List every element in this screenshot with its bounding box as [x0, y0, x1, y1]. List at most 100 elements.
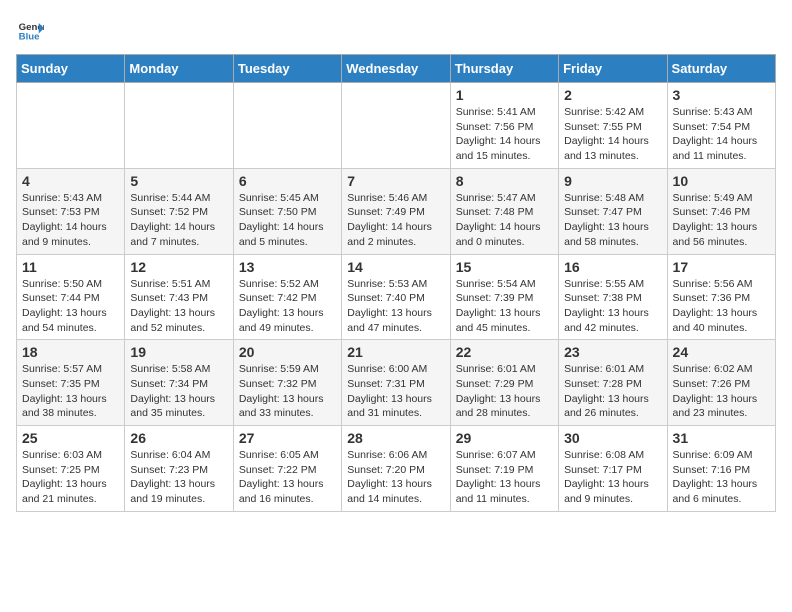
day-number: 29 [456, 430, 553, 446]
calendar-cell: 5Sunrise: 5:44 AMSunset: 7:52 PMDaylight… [125, 168, 233, 254]
day-number: 27 [239, 430, 336, 446]
day-number: 12 [130, 259, 227, 275]
day-header-friday: Friday [559, 55, 667, 83]
day-number: 30 [564, 430, 661, 446]
day-info: Sunrise: 6:01 AMSunset: 7:28 PMDaylight:… [564, 362, 661, 421]
day-number: 16 [564, 259, 661, 275]
calendar-cell [125, 83, 233, 169]
calendar-cell: 24 Sunrise: 6:02 AMSunset: 7:26 PMDayligh… [667, 340, 775, 426]
calendar-cell: 9 Sunrise: 5:48 AMSunset: 7:47 PMDaylight… [559, 168, 667, 254]
calendar-cell: 13 Sunrise: 5:52 AMSunset: 7:42 PMDayligh… [233, 254, 341, 340]
calendar-cell: 7 Sunrise: 5:46 AMSunset: 7:49 PMDaylight… [342, 168, 450, 254]
page-header: General Blue [16, 16, 776, 44]
calendar-cell: 18 Sunrise: 5:57 AMSunset: 7:35 PMDayligh… [17, 340, 125, 426]
calendar-cell: 25 Sunrise: 6:03 AMSunset: 7:25 PMDayligh… [17, 426, 125, 512]
day-header-thursday: Thursday [450, 55, 558, 83]
day-header-monday: Monday [125, 55, 233, 83]
day-info: Sunrise: 5:52 AMSunset: 7:42 PMDaylight:… [239, 277, 336, 336]
calendar-cell: 30 Sunrise: 6:08 AMSunset: 7:17 PMDayligh… [559, 426, 667, 512]
day-number: 13 [239, 259, 336, 275]
day-info: Sunrise: 5:45 AMSunset: 7:50 PMDaylight:… [239, 191, 336, 250]
day-info: Sunrise: 6:08 AMSunset: 7:17 PMDaylight:… [564, 448, 661, 507]
calendar-cell: 27 Sunrise: 6:05 AMSunset: 7:22 PMDayligh… [233, 426, 341, 512]
calendar-header-row: SundayMondayTuesdayWednesdayThursdayFrid… [17, 55, 776, 83]
day-number: 22 [456, 344, 553, 360]
calendar-cell: 26 Sunrise: 6:04 AMSunset: 7:23 PMDayligh… [125, 426, 233, 512]
day-number: 31 [673, 430, 770, 446]
day-info: Sunrise: 5:55 AMSunset: 7:38 PMDaylight:… [564, 277, 661, 336]
day-number: 10 [673, 173, 770, 189]
calendar-cell [17, 83, 125, 169]
day-info: Sunrise: 6:05 AMSunset: 7:22 PMDaylight:… [239, 448, 336, 507]
day-info: Sunrise: 5:43 AMSunset: 7:53 PMDaylight:… [22, 191, 119, 250]
day-number: 24 [673, 344, 770, 360]
calendar-cell [342, 83, 450, 169]
day-number: 14 [347, 259, 444, 275]
calendar-cell: 23 Sunrise: 6:01 AMSunset: 7:28 PMDayligh… [559, 340, 667, 426]
calendar-body: 1Sunrise: 5:41 AMSunset: 7:56 PMDaylight… [17, 83, 776, 512]
calendar-cell: 6 Sunrise: 5:45 AMSunset: 7:50 PMDaylight… [233, 168, 341, 254]
calendar-cell: 4 Sunrise: 5:43 AMSunset: 7:53 PMDaylight… [17, 168, 125, 254]
calendar-cell: 3Sunrise: 5:43 AMSunset: 7:54 PMDaylight… [667, 83, 775, 169]
day-info: Sunrise: 6:02 AMSunset: 7:26 PMDaylight:… [673, 362, 770, 421]
calendar-week-4: 18 Sunrise: 5:57 AMSunset: 7:35 PMDayligh… [17, 340, 776, 426]
calendar-cell: 17 Sunrise: 5:56 AMSunset: 7:36 PMDayligh… [667, 254, 775, 340]
day-number: 28 [347, 430, 444, 446]
day-info: Sunrise: 6:09 AMSunset: 7:16 PMDaylight:… [673, 448, 770, 507]
day-info: Sunrise: 6:07 AMSunset: 7:19 PMDaylight:… [456, 448, 553, 507]
calendar-cell: 20 Sunrise: 5:59 AMSunset: 7:32 PMDayligh… [233, 340, 341, 426]
day-number: 7 [347, 173, 444, 189]
day-number: 17 [673, 259, 770, 275]
calendar-week-5: 25 Sunrise: 6:03 AMSunset: 7:25 PMDayligh… [17, 426, 776, 512]
calendar-table: SundayMondayTuesdayWednesdayThursdayFrid… [16, 54, 776, 512]
day-number: 1 [456, 87, 553, 103]
calendar-cell [233, 83, 341, 169]
day-info: Sunrise: 5:48 AMSunset: 7:47 PMDaylight:… [564, 191, 661, 250]
calendar-week-1: 1Sunrise: 5:41 AMSunset: 7:56 PMDaylight… [17, 83, 776, 169]
day-number: 8 [456, 173, 553, 189]
calendar-cell: 8 Sunrise: 5:47 AMSunset: 7:48 PMDaylight… [450, 168, 558, 254]
day-number: 6 [239, 173, 336, 189]
day-info: Sunrise: 5:46 AMSunset: 7:49 PMDaylight:… [347, 191, 444, 250]
calendar-cell: 28 Sunrise: 6:06 AMSunset: 7:20 PMDayligh… [342, 426, 450, 512]
day-number: 20 [239, 344, 336, 360]
day-info: Sunrise: 5:51 AMSunset: 7:43 PMDaylight:… [130, 277, 227, 336]
calendar-cell: 31 Sunrise: 6:09 AMSunset: 7:16 PMDayligh… [667, 426, 775, 512]
calendar-cell: 29 Sunrise: 6:07 AMSunset: 7:19 PMDayligh… [450, 426, 558, 512]
calendar-cell: 16 Sunrise: 5:55 AMSunset: 7:38 PMDayligh… [559, 254, 667, 340]
day-info: Sunrise: 5:42 AMSunset: 7:55 PMDaylight:… [564, 105, 661, 164]
day-number: 15 [456, 259, 553, 275]
day-info: Sunrise: 5:47 AMSunset: 7:48 PMDaylight:… [456, 191, 553, 250]
logo: General Blue [16, 16, 48, 44]
day-number: 9 [564, 173, 661, 189]
day-info: Sunrise: 5:49 AMSunset: 7:46 PMDaylight:… [673, 191, 770, 250]
calendar-cell: 2 Sunrise: 5:42 AMSunset: 7:55 PMDaylight… [559, 83, 667, 169]
calendar-cell: 11Sunrise: 5:50 AMSunset: 7:44 PMDayligh… [17, 254, 125, 340]
day-info: Sunrise: 6:06 AMSunset: 7:20 PMDaylight:… [347, 448, 444, 507]
day-number: 25 [22, 430, 119, 446]
day-info: Sunrise: 6:04 AMSunset: 7:23 PMDaylight:… [130, 448, 227, 507]
calendar-cell: 21Sunrise: 6:00 AMSunset: 7:31 PMDayligh… [342, 340, 450, 426]
day-info: Sunrise: 5:43 AMSunset: 7:54 PMDaylight:… [673, 105, 770, 164]
calendar-cell: 14 Sunrise: 5:53 AMSunset: 7:40 PMDayligh… [342, 254, 450, 340]
day-info: Sunrise: 5:59 AMSunset: 7:32 PMDaylight:… [239, 362, 336, 421]
day-info: Sunrise: 5:58 AMSunset: 7:34 PMDaylight:… [130, 362, 227, 421]
day-number: 2 [564, 87, 661, 103]
day-info: Sunrise: 6:03 AMSunset: 7:25 PMDaylight:… [22, 448, 119, 507]
day-info: Sunrise: 5:53 AMSunset: 7:40 PMDaylight:… [347, 277, 444, 336]
day-number: 26 [130, 430, 227, 446]
day-number: 4 [22, 173, 119, 189]
day-info: Sunrise: 6:01 AMSunset: 7:29 PMDaylight:… [456, 362, 553, 421]
day-number: 23 [564, 344, 661, 360]
day-info: Sunrise: 5:57 AMSunset: 7:35 PMDaylight:… [22, 362, 119, 421]
day-info: Sunrise: 5:50 AMSunset: 7:44 PMDaylight:… [22, 277, 119, 336]
day-info: Sunrise: 5:44 AMSunset: 7:52 PMDaylight:… [130, 191, 227, 250]
day-info: Sunrise: 5:56 AMSunset: 7:36 PMDaylight:… [673, 277, 770, 336]
day-header-wednesday: Wednesday [342, 55, 450, 83]
logo-icon: General Blue [16, 16, 44, 44]
calendar-cell: 1Sunrise: 5:41 AMSunset: 7:56 PMDaylight… [450, 83, 558, 169]
day-number: 18 [22, 344, 119, 360]
day-header-sunday: Sunday [17, 55, 125, 83]
day-info: Sunrise: 5:54 AMSunset: 7:39 PMDaylight:… [456, 277, 553, 336]
day-header-saturday: Saturday [667, 55, 775, 83]
